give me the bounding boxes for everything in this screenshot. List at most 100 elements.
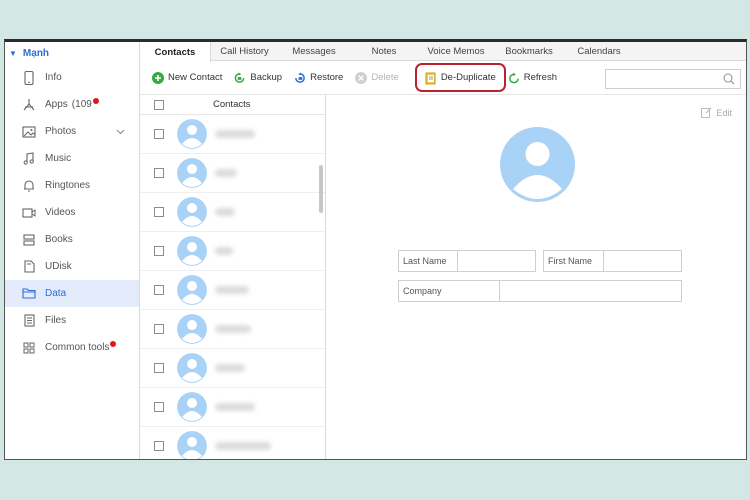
sidebar-item-label: Data: [45, 288, 67, 299]
new-contact-button[interactable]: New Contact: [152, 68, 222, 88]
file-icon: [22, 314, 36, 328]
table-row[interactable]: [140, 154, 325, 193]
row-checkbox[interactable]: [154, 285, 164, 295]
contacts-column-header: Contacts: [213, 99, 251, 110]
sidebar-item-ringtones[interactable]: Ringtones: [5, 172, 139, 199]
chevron-down-icon[interactable]: [116, 127, 125, 138]
list-header: Contacts: [140, 95, 325, 115]
row-checkbox[interactable]: [154, 207, 164, 217]
company-value[interactable]: [500, 281, 681, 301]
udisk-icon: [22, 260, 36, 274]
tab-bookmarks[interactable]: Bookmarks: [494, 42, 564, 61]
sidebar-item-apps[interactable]: Apps (109: [5, 91, 139, 118]
company-label: Company: [399, 281, 500, 301]
sidebar-item-label: Info: [45, 72, 62, 83]
row-checkbox[interactable]: [154, 402, 164, 412]
device-selector[interactable]: ▼ Mạnh: [5, 42, 139, 64]
blurred-contact-name: [215, 325, 251, 333]
sidebar-item-books[interactable]: Books: [5, 226, 139, 253]
sidebar-item-label: Photos: [45, 126, 77, 137]
triangle-down-icon: ▼: [9, 48, 17, 58]
blurred-contact-name: [215, 247, 233, 255]
table-row[interactable]: [140, 193, 325, 232]
row-checkbox[interactable]: [154, 129, 164, 139]
table-row[interactable]: [140, 271, 325, 310]
sidebar-item-label: Apps: [45, 99, 68, 110]
phone-icon: [22, 70, 36, 85]
sidebar-item-videos[interactable]: Videos: [5, 199, 139, 226]
first-name-field[interactable]: First Name: [543, 250, 682, 272]
tab-bar: Contacts Call History Messages Notes Voi…: [140, 42, 746, 62]
blurred-contact-name: [215, 364, 245, 372]
select-all-checkbox[interactable]: [154, 99, 164, 110]
sidebar-item-label: Videos: [45, 207, 76, 218]
company-field[interactable]: Company: [398, 280, 682, 302]
music-icon: [22, 152, 36, 166]
sidebar-item-udisk[interactable]: UDisk: [5, 253, 139, 280]
contact-avatar-icon: [177, 353, 207, 383]
search-icon[interactable]: [723, 73, 735, 85]
toolbar: New Contact Backup Restore Delete De-Dup…: [140, 61, 746, 95]
last-name-label: Last Name: [399, 251, 458, 271]
row-checkbox[interactable]: [154, 363, 164, 373]
contact-avatar-icon: [177, 197, 207, 227]
refresh-button[interactable]: Refresh: [508, 68, 557, 88]
notification-dot: [92, 97, 99, 104]
contact-rows: [140, 115, 325, 459]
table-row[interactable]: [140, 232, 325, 271]
contact-detail: Edit Last Name First Name Company: [327, 95, 746, 459]
sidebar-item-common-tools[interactable]: Common tools: [5, 334, 139, 361]
contacts-list: Contacts: [140, 95, 326, 459]
contact-avatar-icon: [177, 431, 207, 459]
contact-avatar: [500, 127, 575, 202]
contact-avatar-icon: [177, 119, 207, 149]
first-name-label: First Name: [544, 251, 604, 271]
backup-icon: [234, 71, 246, 84]
edit-button[interactable]: Edit: [701, 107, 732, 118]
blurred-contact-name: [215, 403, 255, 411]
tab-voice-memos[interactable]: Voice Memos: [418, 42, 494, 61]
tab-calendars[interactable]: Calendars: [564, 42, 634, 61]
table-row[interactable]: [140, 115, 325, 154]
blurred-contact-name: [215, 208, 235, 216]
tab-contacts[interactable]: Contacts: [140, 42, 211, 62]
backup-button[interactable]: Backup: [234, 68, 282, 88]
table-row[interactable]: [140, 388, 325, 427]
sidebar-item-data[interactable]: Data: [5, 280, 139, 307]
tab-messages[interactable]: Messages: [278, 42, 350, 61]
sidebar-item-label: UDisk: [45, 261, 72, 272]
sidebar-item-files[interactable]: Files: [5, 307, 139, 334]
bell-icon: [22, 179, 36, 193]
contact-avatar-icon: [177, 158, 207, 188]
tab-notes[interactable]: Notes: [350, 42, 418, 61]
restore-button[interactable]: Restore: [294, 68, 343, 88]
edit-icon: [701, 107, 712, 118]
device-name: Mạnh: [22, 47, 50, 59]
sidebar-item-photos[interactable]: Photos: [5, 118, 139, 145]
sidebar-item-info[interactable]: Info: [5, 64, 139, 91]
table-row[interactable]: [140, 310, 325, 349]
table-row[interactable]: [140, 427, 325, 459]
contact-avatar-icon: [177, 275, 207, 305]
sidebar-item-label: Ringtones: [45, 180, 91, 191]
contact-avatar-icon: [177, 314, 207, 344]
tab-call-history[interactable]: Call History: [211, 42, 278, 61]
sidebar: ▼ Mạnh Info Apps (109 Photos Music Ringt…: [5, 42, 140, 459]
blurred-contact-name: [215, 130, 255, 138]
search-input[interactable]: [605, 69, 741, 89]
contact-avatar-icon: [177, 392, 207, 422]
sidebar-item-music[interactable]: Music: [5, 145, 139, 172]
row-checkbox[interactable]: [154, 441, 164, 451]
last-name-value[interactable]: [458, 251, 535, 271]
apps-count: (109: [71, 99, 92, 110]
row-checkbox[interactable]: [154, 324, 164, 334]
table-row[interactable]: [140, 349, 325, 388]
first-name-value[interactable]: [604, 251, 681, 271]
row-checkbox[interactable]: [154, 168, 164, 178]
delete-button[interactable]: Delete: [355, 68, 399, 88]
last-name-field[interactable]: Last Name: [398, 250, 536, 272]
restore-icon: [294, 71, 306, 84]
list-scrollbar[interactable]: [319, 165, 323, 213]
row-checkbox[interactable]: [154, 246, 164, 256]
de-duplicate-button[interactable]: De-Duplicate: [414, 63, 506, 92]
